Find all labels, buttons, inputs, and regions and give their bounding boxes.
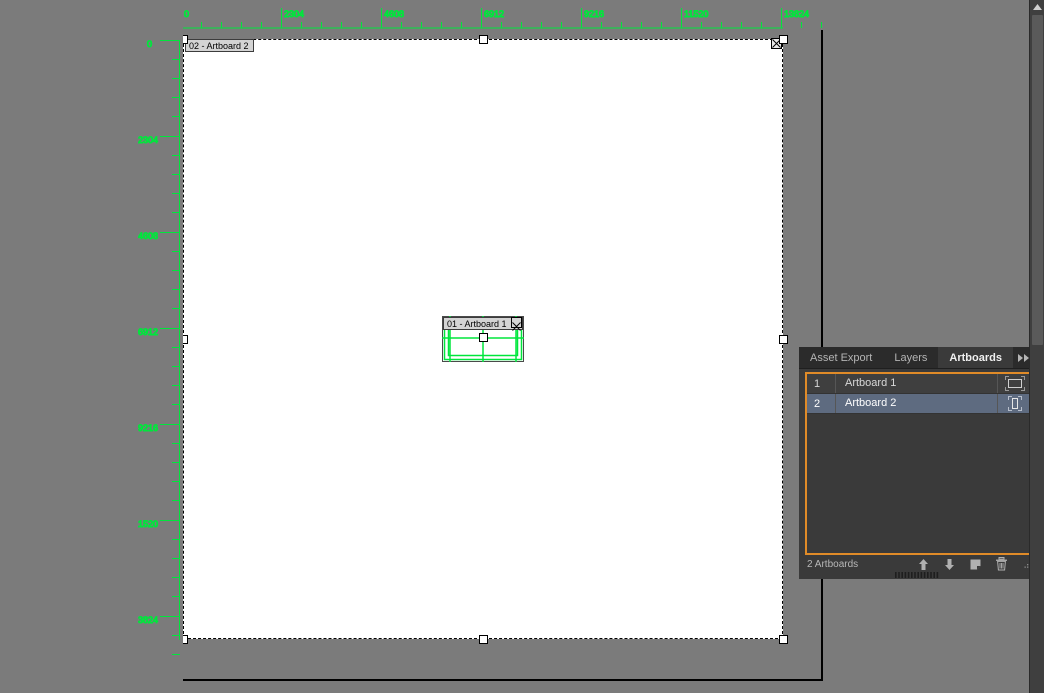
- svg-text:9216: 9216: [138, 423, 158, 433]
- tab-layers[interactable]: Layers: [883, 347, 939, 368]
- svg-text:6912: 6912: [138, 327, 158, 337]
- svg-text:4608: 4608: [138, 231, 158, 241]
- scrollbar-up-button[interactable]: [1030, 0, 1044, 14]
- panel-drag-grip[interactable]: [799, 571, 1037, 579]
- artboard-landscape-glyph: [1004, 376, 1025, 391]
- selection-handle-top-center[interactable]: [478, 34, 488, 44]
- svg-text:0: 0: [184, 9, 189, 19]
- tab-artboards-label: Artboards: [949, 351, 1002, 364]
- panel-footer: 2 Artboards: [799, 557, 1037, 571]
- artboard-2-name-label[interactable]: 02 - Artboard 2: [185, 39, 254, 52]
- close-x-icon: [512, 322, 521, 331]
- svg-text:13824: 13824: [138, 615, 158, 625]
- artboards-panel[interactable]: Asset Export Layers Artboards 1 Artboard…: [799, 347, 1037, 571]
- artboard-row-index: 2: [814, 397, 821, 410]
- new-artboard-button[interactable]: [962, 558, 988, 571]
- selection-handle-top-right[interactable]: [778, 34, 788, 44]
- svg-text:4608: 4608: [384, 9, 404, 19]
- svg-text:2304: 2304: [284, 9, 304, 19]
- svg-text:9216: 9216: [584, 9, 604, 19]
- arrow-up-icon: [918, 558, 928, 570]
- tab-asset-export-label: Asset Export: [810, 351, 873, 364]
- svg-text:6912: 6912: [484, 9, 504, 19]
- svg-text:11520: 11520: [138, 519, 158, 529]
- artboard-list-row-1[interactable]: 1 Artboard 1: [807, 374, 1031, 394]
- selection-handle-bottom-right[interactable]: [778, 634, 788, 644]
- document-window[interactable]: 02 - Artboard 2 01 - Artboard 1: [138, 0, 823, 681]
- artboard-portrait-icon[interactable]: [997, 394, 1031, 413]
- artboard-row-name[interactable]: Artboard 1: [835, 374, 997, 393]
- vertical-ruler-ticks: 0 2304 4608 6912 9216 11520 13824: [138, 0, 183, 681]
- artboards-list[interactable]: 1 Artboard 1 2 Artboard 2: [805, 372, 1033, 555]
- artboard-list-row-2[interactable]: 2 Artboard 2: [807, 394, 1031, 414]
- svg-text:2304: 2304: [138, 135, 158, 145]
- move-down-button[interactable]: [936, 558, 962, 571]
- vertical-ruler[interactable]: 0 2304 4608 6912 9216 11520 13824: [138, 0, 183, 681]
- trash-icon: [995, 557, 1007, 571]
- new-artboard-icon: [970, 559, 980, 569]
- panel-tab-bar[interactable]: Asset Export Layers Artboards: [799, 347, 1037, 369]
- svg-text:13824: 13824: [784, 9, 809, 19]
- artboard-1-close-icon[interactable]: [511, 317, 522, 331]
- horizontal-ruler[interactable]: 0 2304 4608 6912 9216 11520 13824: [138, 0, 823, 30]
- tab-asset-export[interactable]: Asset Export: [799, 347, 884, 368]
- vertical-scrollbar[interactable]: [1029, 0, 1044, 693]
- delete-artboard-button[interactable]: [988, 557, 1014, 571]
- svg-text:0: 0: [147, 39, 152, 49]
- drag-grip-icon: [895, 572, 939, 578]
- move-up-button[interactable]: [910, 558, 936, 571]
- arrow-down-icon: [944, 558, 954, 570]
- artboard-1-center-handle[interactable]: [479, 333, 488, 342]
- scrollbar-thumb[interactable]: [1032, 15, 1043, 345]
- selection-handle-middle-right[interactable]: [778, 334, 788, 344]
- artboard-count-label: 2 Artboards: [807, 558, 859, 570]
- artboard-row-index: 1: [814, 377, 821, 390]
- selection-handle-bottom-center[interactable]: [478, 634, 488, 644]
- artboard-portrait-glyph: [1007, 396, 1022, 411]
- tab-layers-label: Layers: [894, 351, 928, 364]
- artboard-row-name[interactable]: Artboard 2: [835, 394, 997, 413]
- svg-text:11520: 11520: [684, 9, 708, 19]
- artboard-landscape-icon[interactable]: [997, 374, 1031, 393]
- horizontal-ruler-ticks: 0 2304 4608 6912 9216 11520 13824: [138, 0, 823, 30]
- triangle-up-icon: [1032, 4, 1042, 10]
- tab-artboards[interactable]: Artboards: [938, 347, 1013, 368]
- artboard-1-group[interactable]: 01 - Artboard 1: [442, 316, 524, 362]
